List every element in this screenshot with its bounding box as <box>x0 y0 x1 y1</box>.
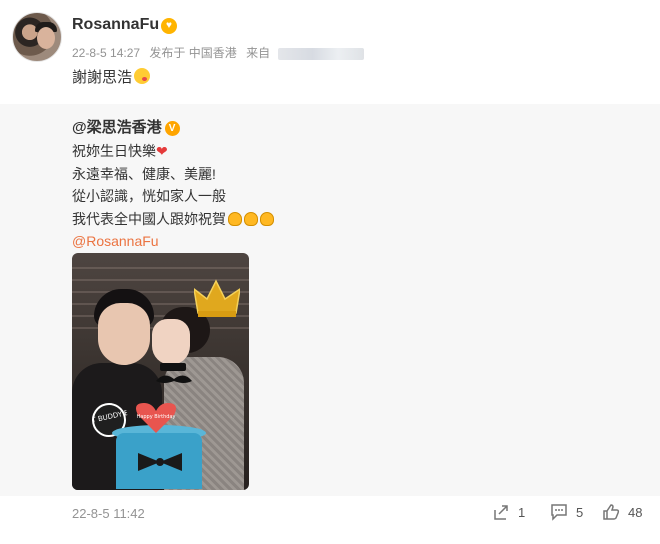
heart-icon: ❤ <box>156 143 168 159</box>
clap-icon <box>228 211 242 226</box>
mustache-prop-icon <box>156 363 192 383</box>
svg-text:BEST BUDDY EVER: BEST BUDDY EVER <box>91 406 131 427</box>
retweet-photo[interactable]: BEST BUDDY EVER Happy Birthday <box>72 253 249 490</box>
retweet-date[interactable]: 22-8-5 11:42 <box>72 506 145 521</box>
comment-count: 5 <box>576 504 584 520</box>
retweet-line-2: 永遠幸福、健康、美麗! <box>72 165 216 182</box>
post-text-content: 謝謝思浩 <box>72 69 133 86</box>
retweet-line-3: 從小認識，恍如家人一般 <box>72 188 226 204</box>
retweet-author-name[interactable]: @梁思浩香港 <box>72 119 162 136</box>
post-source-prefix: 来自 <box>246 46 271 60</box>
repost-button[interactable]: 1 <box>492 502 525 522</box>
retweet-line-4: 我代表全中國人跟妳祝賀 <box>72 208 274 231</box>
clap-icon <box>260 211 274 226</box>
kiss-emoji-icon <box>134 68 151 84</box>
svg-text:Happy Birthday: Happy Birthday <box>137 414 176 420</box>
avatar-face <box>37 27 55 49</box>
post-username[interactable]: RosannaFu <box>72 16 159 34</box>
vip-badge-icon: ♥ <box>161 18 177 34</box>
comment-icon <box>551 504 567 521</box>
photo-woman-face <box>152 319 190 365</box>
retweet-text: 祝妳生日快樂❤ 永遠幸福、健康、美麗! 從小認識，恍如家人一般 我代表全中國人跟… <box>72 140 274 253</box>
repost-icon <box>494 505 508 520</box>
post-meta: 22-8-5 14:27 发布于 中国香港 来自 <box>72 44 370 61</box>
comment-button[interactable]: 5 <box>550 502 583 522</box>
like-button[interactable]: 48 <box>602 502 642 522</box>
clap-icon <box>244 211 258 226</box>
post-footer: 22-8-5 11:42 1 5 48 <box>0 496 660 544</box>
repost-count: 1 <box>518 504 526 520</box>
retweet-line-1: 祝妳生日快樂❤ <box>72 143 168 159</box>
crown-icon <box>194 279 240 317</box>
thumbs-up-icon <box>603 504 620 520</box>
mention-link[interactable]: @RosannaFu <box>72 230 274 253</box>
photo-man-face <box>98 303 150 365</box>
post-time[interactable]: 22-8-5 14:27 <box>72 46 140 60</box>
blurred-source <box>278 47 365 60</box>
post-location: 发布于 中国香港 <box>149 46 237 60</box>
avatar[interactable] <box>12 12 62 62</box>
retweet-card[interactable]: @梁思浩香港 V 祝妳生日快樂❤ 永遠幸福、健康、美麗! 從小認識，恍如家人一般 … <box>0 104 660 496</box>
bow-icon <box>138 453 182 471</box>
weibo-post: RosannaFu ♥ 22-8-5 14:27 发布于 中国香港 来自 謝謝思… <box>0 0 660 104</box>
post-text: 謝謝思浩 <box>72 66 151 87</box>
retweet-author[interactable]: @梁思浩香港 V <box>72 116 180 137</box>
gold-verified-icon: V <box>164 121 180 136</box>
heart-card-icon: Happy Birthday <box>136 403 176 433</box>
like-count: 48 <box>628 504 643 520</box>
